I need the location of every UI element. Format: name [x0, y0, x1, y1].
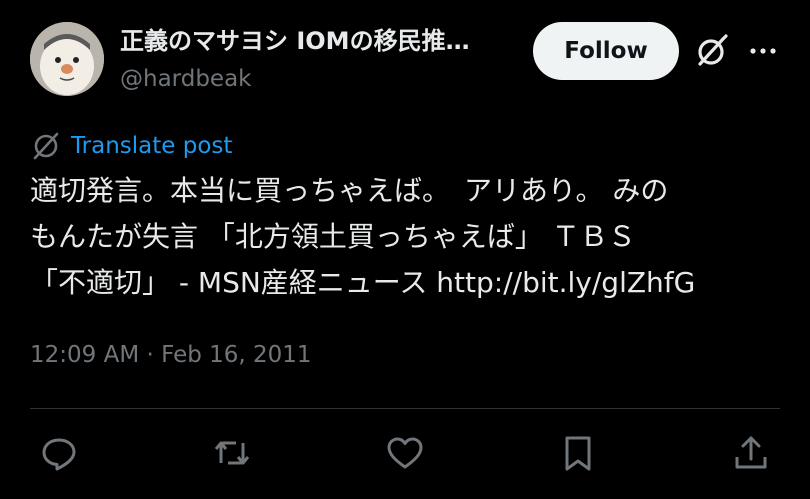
author-handle[interactable]: @hardbeak — [120, 64, 252, 94]
post-link[interactable]: http://bit.ly/glZhfG — [436, 266, 695, 299]
post-text-line: もんたが失言 「北方領土買っちゃえば」 ＴＢＳ — [30, 220, 636, 253]
reply-icon — [42, 438, 76, 471]
action-bar — [0, 428, 810, 478]
repost-button[interactable] — [207, 428, 257, 478]
translate-row[interactable]: Translate post — [30, 131, 232, 161]
post-timestamp[interactable]: 12:09 AM · Feb 16, 2011 — [30, 340, 312, 370]
repost-icon — [214, 441, 250, 465]
post-text-line: 適切発言。本当に買っちゃえば。 アリあり。 みの — [30, 174, 669, 207]
author-display-name[interactable]: 正義のマサヨシ IOMの移民推… — [120, 26, 520, 56]
post-text: 適切発言。本当に買っちゃえば。 アリあり。 みの もんたが失言 「北方領土買っち… — [30, 168, 770, 306]
share-icon — [735, 436, 767, 469]
bookmark-button[interactable] — [553, 428, 603, 478]
translate-post-link[interactable]: Translate post — [71, 133, 232, 159]
follow-button[interactable]: Follow — [533, 22, 679, 80]
like-button[interactable] — [380, 428, 430, 478]
globe-icon — [33, 132, 59, 160]
more-icon[interactable] — [748, 43, 778, 59]
cartoon-face-avatar-icon — [30, 22, 104, 96]
reply-button[interactable] — [34, 428, 84, 478]
grok-icon[interactable] — [693, 34, 729, 70]
share-button[interactable] — [726, 428, 776, 478]
like-icon — [387, 437, 423, 469]
post-text-line: 「不適切」 - MSN産経ニュース http://bit.ly/glZhfG — [30, 260, 770, 306]
post-text-segment: 「不適切」 - MSN産経ニュース — [30, 266, 437, 299]
follow-button-label: Follow — [564, 38, 648, 64]
avatar[interactable] — [30, 22, 104, 96]
divider — [30, 408, 780, 409]
bookmark-icon — [565, 436, 591, 471]
